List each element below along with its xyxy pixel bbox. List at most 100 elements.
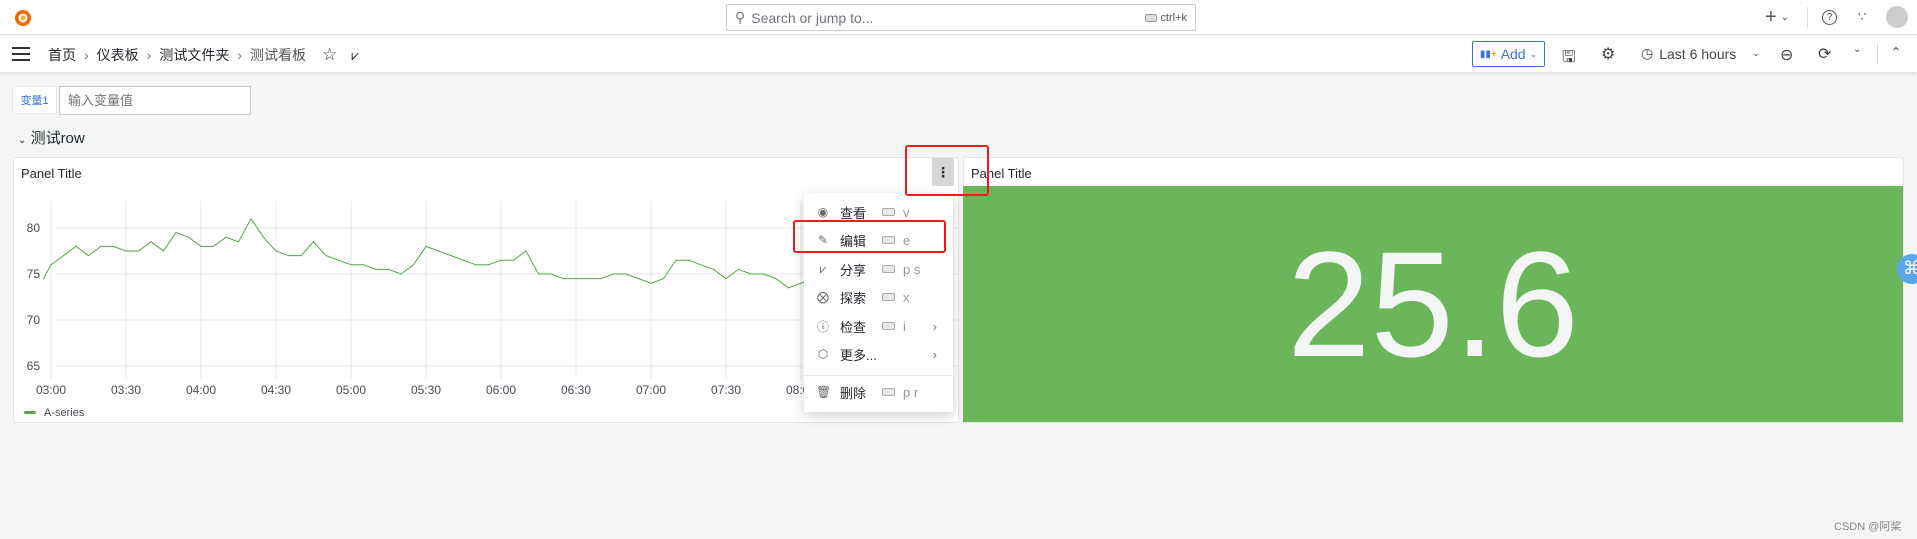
data-point [175,232,177,234]
data-point [762,273,765,275]
menu-item[interactable]: ⨂ 探索 x [804,284,953,310]
data-point [787,287,790,289]
data-point [225,236,227,238]
breadcrumb-folder[interactable]: 测试文件夹 [159,45,229,65]
menu-item[interactable]: 🗑 删除 p r [804,379,953,405]
data-point [337,259,340,261]
star-icon[interactable]: ☆ [322,45,337,65]
series-line [43,217,814,289]
trash-icon: 🗑 [816,385,832,399]
menu-item[interactable]: ⬡ 更多... › [804,341,953,367]
menu-icon[interactable] [12,47,30,61]
chevron-right-icon: › [932,346,937,362]
legend-label[interactable]: A-series [44,407,85,419]
rss-icon[interactable]: ∵ [1858,9,1866,25]
chevron-right-icon: › [84,47,89,63]
breadcrumb-home[interactable]: 首页 [48,45,76,65]
data-point [425,245,427,247]
data-point [275,250,277,252]
time-picker[interactable]: ◷ Last 6 hours ⌄ [1641,45,1760,62]
row-header[interactable]: ⌄ 测试row [18,127,85,148]
data-point [800,282,802,284]
data-point [412,264,415,266]
data-point [650,282,652,284]
data-point [212,245,215,247]
clock-icon: ◷ [1641,45,1654,61]
variable-label: 变量1 [12,86,57,114]
search-icon: ⚲ [735,9,746,25]
data-point [287,255,290,257]
x-tick-label: 05:00 [336,383,366,397]
x-tick-label: 04:00 [186,383,216,397]
data-point [400,273,402,275]
data-point [512,259,515,261]
x-tick-label: 06:30 [561,383,591,397]
data-point [262,236,265,238]
data-point [87,255,90,257]
zoom-out-icon[interactable]: ⊖ [1780,45,1793,65]
data-point [50,264,52,266]
chevron-down-icon: ⌄ [1529,48,1538,59]
eye-icon: ◉ [817,205,829,219]
data-point [462,259,465,261]
data-point [487,264,490,266]
data-point [375,268,377,270]
keyboard-icon [882,293,895,301]
breadcrumb-dashboards[interactable]: 仪表板 [97,45,139,65]
data-point [562,278,565,280]
data-point [312,241,315,243]
data-point [162,250,165,252]
grafana-logo-icon[interactable] [12,6,34,28]
data-point [475,264,477,266]
data-point [125,250,127,252]
data-point [625,273,627,275]
x-tick-label: 06:00 [486,383,516,397]
keyboard-icon [882,388,895,396]
data-point [450,255,452,257]
data-point [137,250,140,252]
data-point [100,245,102,247]
top-bar: ⚲ Search or jump to... ctrl+k + ⌄ ? ∵ [0,0,1917,35]
highlight-box [905,145,989,196]
x-tick-label: 03:30 [111,383,141,397]
search-input[interactable]: ⚲ Search or jump to... ctrl+k [726,4,1196,31]
collapse-icon[interactable]: ⌃ [1891,45,1901,59]
y-tick-label: 80 [27,221,41,235]
new-button[interactable]: + ⌄ [1765,6,1789,29]
share-icon[interactable]: ⩗ [351,47,359,64]
dashboard-nav: 首页 › 仪表板 › 测试文件夹 › 测试看板 ☆ ⩗ [0,36,1917,72]
data-point [550,273,552,275]
help-icon[interactable]: ? [1822,10,1837,25]
data-point [775,278,777,280]
data-point [600,278,602,280]
keyboard-icon [882,322,895,330]
avatar[interactable] [1886,6,1908,28]
chevron-down-icon[interactable]: ⌄ [1853,44,1861,55]
chevron-down-icon: ⌄ [1780,12,1790,23]
data-point [350,264,352,266]
data-point [500,259,502,261]
add-panel-icon: ▮▮+ [1479,48,1497,60]
save-icon[interactable]: 🖫 [1562,46,1576,73]
variable-input[interactable] [59,86,251,115]
data-point [150,241,152,243]
legend-swatch [24,411,36,414]
highlight-box [793,220,946,253]
data-point [62,255,65,257]
gear-icon[interactable]: ⚙ [1601,44,1615,64]
data-point [687,259,690,261]
data-point [612,273,615,275]
data-point [637,278,640,280]
add-button[interactable]: ▮▮+ Add ⌄ [1472,41,1545,67]
menu-item[interactable]: ⩗ 分享 p s [804,256,953,282]
y-tick-label: 65 [27,359,41,373]
page-title: 测试看板 [250,47,307,63]
refresh-icon[interactable]: ⟳ [1818,44,1831,64]
x-tick-label: 07:30 [711,383,741,397]
x-tick-label: 04:30 [261,383,291,397]
plus-icon: + [1765,6,1777,28]
menu-item[interactable]: ⓘ 检查 i › [804,313,953,339]
data-point [300,255,302,257]
data-point [75,245,77,247]
chevron-right-icon: › [932,318,937,334]
